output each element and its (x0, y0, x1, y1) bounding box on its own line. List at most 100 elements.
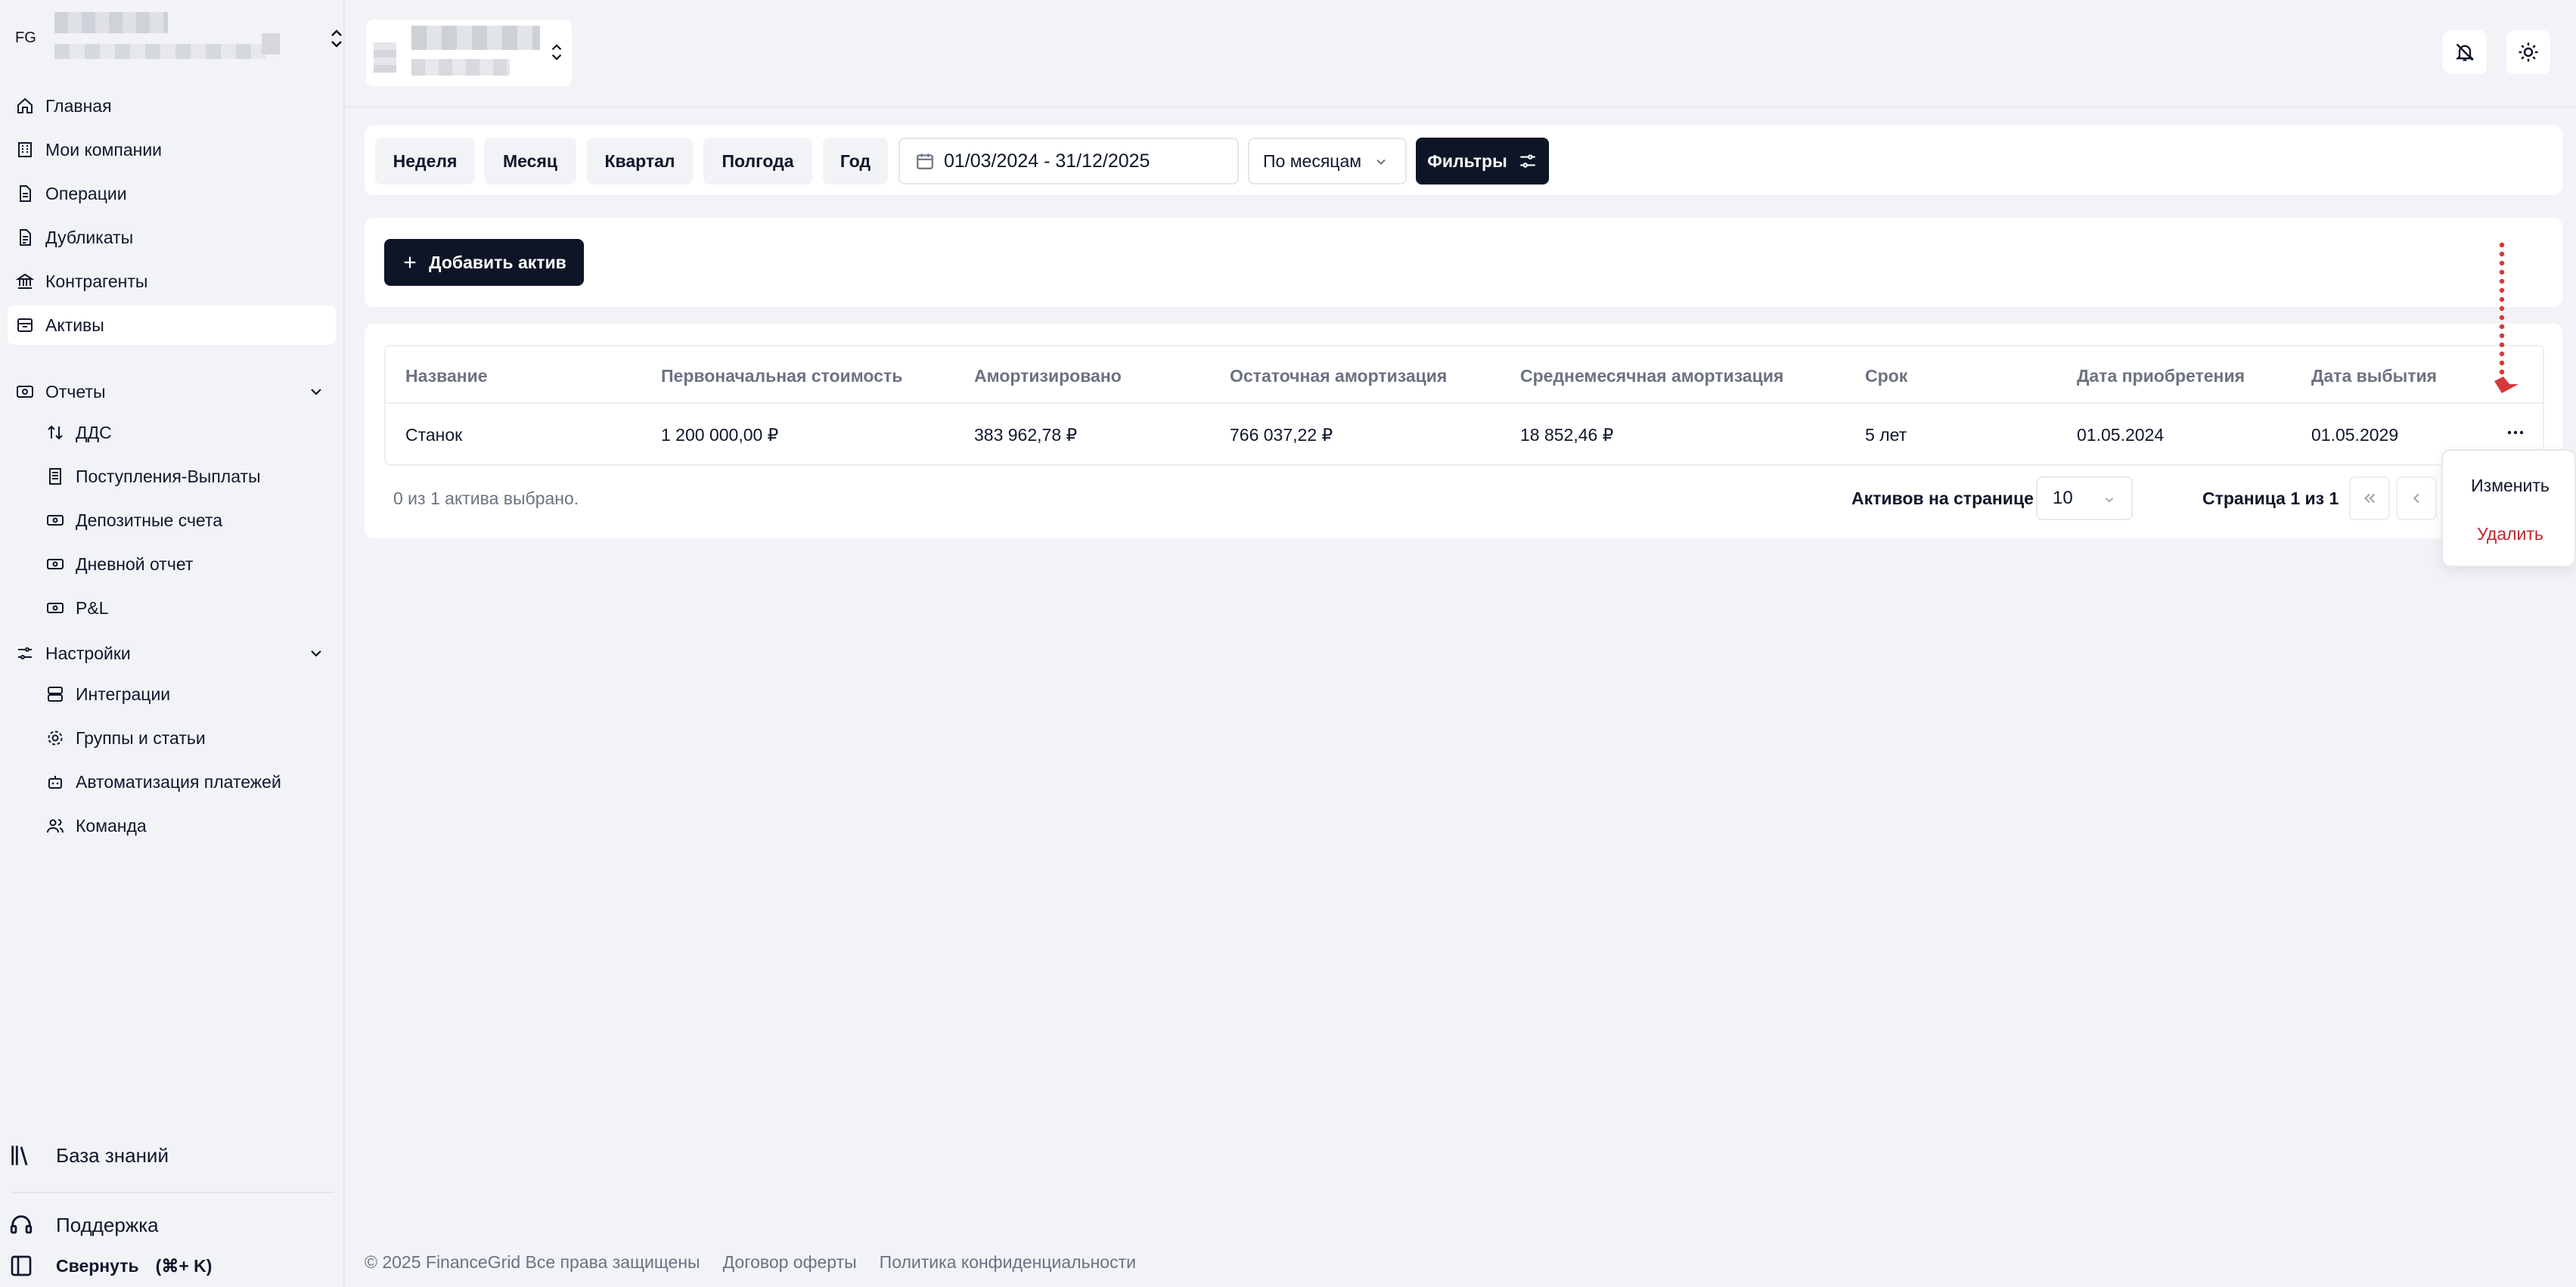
sidebar-item-label: Мои компании (45, 139, 163, 160)
knowledge-base-link[interactable]: База знаний (8, 1142, 169, 1169)
page-footer: © 2025 FinanceGrid Все права защищены До… (365, 1252, 1136, 1273)
row-actions-menu: Изменить Удалить (2441, 449, 2576, 567)
column-header-residual[interactable]: Остаточная амортизация (1230, 366, 1447, 386)
organization-switcher[interactable]: FG (15, 11, 342, 65)
table-cell: 01.05.2024 (2077, 425, 2165, 445)
assets-table: Название Первоначальная стоимость Аморти… (384, 345, 2544, 466)
sidebar-item-payment-automation[interactable]: Автоматизация платежей (8, 762, 336, 802)
support-link[interactable]: Поддержка (8, 1211, 159, 1239)
sidebar-item-integrations[interactable]: Интеграции (8, 675, 336, 714)
blurred-company-logo (374, 42, 396, 73)
add-asset-label: Добавить актив (429, 252, 566, 272)
column-header-term[interactable]: Срок (1865, 366, 1907, 386)
table-cell: 18 852,46 ₽ (1520, 425, 1614, 445)
sidebar-item-assets[interactable]: Активы (8, 305, 336, 345)
sidebar-item-label: Команда (76, 815, 147, 836)
bank-icon (15, 271, 35, 291)
sidebar-item-label: Поступления-Выплаты (76, 466, 261, 486)
column-header-depreciated[interactable]: Амортизировано (974, 366, 1122, 386)
sidebar-item-label: Контрагенты (45, 271, 148, 291)
sidebar-item-deposits[interactable]: Депозитные счета (8, 501, 336, 540)
sidebar-item-label: Дубликаты (45, 227, 134, 247)
previous-page-button[interactable] (2396, 476, 2437, 520)
library-icon (8, 1142, 35, 1169)
sidebar-item-dds[interactable]: ДДС (8, 413, 336, 452)
table-cell: 5 лет (1865, 425, 1907, 445)
collapse-shortcut: (⌘+ K) (155, 1255, 213, 1276)
sidebar-item-companies[interactable]: Мои компании (8, 130, 336, 169)
collapse-sidebar-button[interactable]: Свернуть (⌘+ K) (8, 1252, 212, 1279)
sidebar-item-label: Активы (45, 315, 104, 335)
annotation-arrow (2494, 242, 2519, 393)
more-horizontal-icon (2507, 430, 2524, 435)
sidebar-divider (11, 1192, 334, 1193)
sidebar-item-daily-report[interactable]: Дневной отчет (8, 544, 336, 584)
column-header-monthly-avg[interactable]: Среднемесячная амортизация (1520, 366, 1783, 386)
grouping-select[interactable]: По месяцам (1248, 138, 1407, 185)
table-cell: 1 200 000,00 ₽ (661, 425, 779, 445)
sidebar-item-duplicates[interactable]: Дубликаты (8, 218, 336, 257)
sidebar-item-label: Операции (45, 183, 127, 203)
sidebar-item-home[interactable]: Главная (8, 86, 336, 126)
banknote-icon (45, 598, 65, 618)
sidebar-item-pnl[interactable]: P&L (8, 588, 336, 628)
period-quarter-button[interactable]: Квартал (587, 138, 693, 185)
first-page-button[interactable] (2349, 476, 2390, 520)
column-header-name[interactable]: Название (405, 366, 488, 386)
filters-button[interactable]: Фильтры (1416, 138, 1549, 185)
page-indicator: Страница 1 из 1 (2202, 488, 2339, 508)
column-header-acquisition-date[interactable]: Дата приобретения (2077, 366, 2245, 386)
menu-item-delete[interactable]: Удалить (2443, 513, 2576, 555)
period-week-button[interactable]: Неделя (375, 138, 475, 185)
sidebar-item-operations[interactable]: Операции (8, 174, 336, 213)
sidebar-item-label: ДДС (76, 422, 112, 442)
row-actions-button[interactable] (2500, 419, 2531, 446)
date-range-value: 01/03/2024 - 31/12/2025 (944, 150, 1150, 172)
org-initials: FG (15, 29, 36, 46)
per-page-value: 10 (2053, 488, 2073, 508)
receipt-icon (45, 467, 65, 486)
chevron-up-down-icon (331, 29, 342, 48)
add-asset-button[interactable]: Добавить актив (384, 239, 584, 286)
gear-icon (45, 728, 65, 748)
chevron-left-icon (2413, 493, 2419, 504)
home-icon (15, 96, 35, 116)
privacy-link[interactable]: Политика конфиденциальности (880, 1252, 1136, 1273)
sidebar-group-reports[interactable]: Отчеты (8, 372, 336, 411)
calendar-icon (917, 154, 933, 169)
blurred-company-sub (411, 59, 510, 76)
column-header-disposal-date[interactable]: Дата выбытия (2311, 366, 2437, 386)
bell-off-icon (2455, 43, 2475, 61)
document-copy-icon (15, 228, 35, 247)
sidebar-item-groups-articles[interactable]: Группы и статьи (8, 718, 336, 758)
sidebar-item-label: P&L (76, 597, 109, 618)
building-icon (15, 140, 35, 160)
menu-item-edit[interactable]: Изменить (2443, 464, 2576, 507)
date-range-picker[interactable]: 01/03/2024 - 31/12/2025 (898, 138, 1239, 185)
collapse-label: Свернуть (56, 1255, 139, 1276)
sidebar: FG Главная Мои компании Операции Дублика… (0, 0, 345, 1287)
sidebar-item-team[interactable]: Команда (8, 806, 336, 845)
archive-icon (15, 315, 35, 335)
chevron-down-icon (311, 650, 321, 657)
notifications-button[interactable] (2443, 30, 2487, 74)
table-cell: 766 037,22 ₽ (1230, 425, 1333, 445)
column-header-initial-cost[interactable]: Первоначальная стоимость (661, 366, 902, 386)
sidebar-item-label: Главная (45, 95, 112, 116)
settings-sliders-icon (15, 644, 35, 663)
sidebar-item-label: Депозитные счета (76, 510, 223, 530)
theme-toggle-button[interactable] (2506, 30, 2550, 74)
chevrons-left-icon (2364, 493, 2376, 504)
bot-icon (45, 772, 65, 792)
per-page-select[interactable]: 10 (2036, 476, 2133, 520)
period-year-button[interactable]: Год (823, 138, 888, 185)
period-half-year-button[interactable]: Полгода (703, 138, 812, 185)
sidebar-item-receipts-payments[interactable]: Поступления-Выплаты (8, 457, 336, 496)
knowledge-base-label: База знаний (56, 1143, 169, 1167)
actions-panel (365, 218, 2562, 307)
period-month-button[interactable]: Месяц (484, 138, 576, 185)
sidebar-group-settings[interactable]: Настройки (8, 634, 336, 673)
sidebar-item-counterparties[interactable]: Контрагенты (8, 262, 336, 301)
offer-link[interactable]: Договор оферты (723, 1252, 857, 1273)
company-selector[interactable] (366, 20, 572, 86)
